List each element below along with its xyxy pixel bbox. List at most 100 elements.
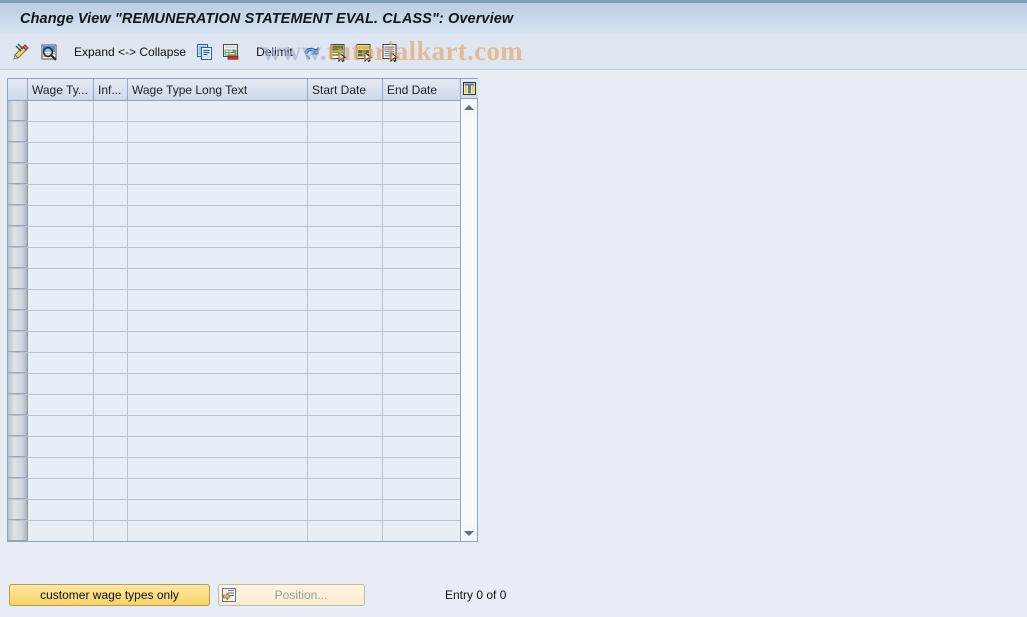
table-row[interactable] bbox=[8, 248, 477, 269]
table-cell-infotype[interactable] bbox=[94, 521, 128, 541]
table-cell-wage_type[interactable] bbox=[28, 458, 94, 478]
table-cell-end_date[interactable] bbox=[383, 416, 458, 436]
table-cell-end_date[interactable] bbox=[383, 332, 458, 352]
table-cell-wage_type[interactable] bbox=[28, 185, 94, 205]
table-cell-infotype[interactable] bbox=[94, 458, 128, 478]
table-row[interactable] bbox=[8, 101, 477, 122]
details-magnifier-icon[interactable] bbox=[38, 41, 60, 63]
table-cell-end_date[interactable] bbox=[383, 395, 458, 415]
table-row[interactable] bbox=[8, 374, 477, 395]
table-cell-start_date[interactable] bbox=[308, 269, 383, 289]
scroll-down-icon[interactable] bbox=[461, 525, 477, 541]
table-cell-wage_type[interactable] bbox=[28, 311, 94, 331]
column-header-long-text[interactable]: Wage Type Long Text bbox=[128, 79, 308, 100]
table-cell-start_date[interactable] bbox=[308, 479, 383, 499]
table-row[interactable] bbox=[8, 458, 477, 479]
table-cell-wage_type[interactable] bbox=[28, 143, 94, 163]
table-cell-wage_type[interactable] bbox=[28, 500, 94, 520]
table-row[interactable] bbox=[8, 500, 477, 521]
table-cell-start_date[interactable] bbox=[308, 521, 383, 541]
table-row[interactable] bbox=[8, 395, 477, 416]
table-cell-long_text[interactable] bbox=[128, 353, 308, 373]
row-select-button[interactable] bbox=[8, 332, 28, 352]
table-cell-wage_type[interactable] bbox=[28, 269, 94, 289]
table-cell-long_text[interactable] bbox=[128, 248, 308, 268]
position-button[interactable]: Position... bbox=[218, 584, 365, 606]
table-row[interactable] bbox=[8, 227, 477, 248]
row-select-button[interactable] bbox=[8, 227, 28, 247]
row-select-button[interactable] bbox=[8, 395, 28, 415]
table-cell-infotype[interactable] bbox=[94, 437, 128, 457]
table-cell-start_date[interactable] bbox=[308, 311, 383, 331]
row-select-button[interactable] bbox=[8, 122, 28, 142]
table-cell-infotype[interactable] bbox=[94, 164, 128, 184]
table-cell-start_date[interactable] bbox=[308, 290, 383, 310]
table-cell-infotype[interactable] bbox=[94, 269, 128, 289]
table-cell-long_text[interactable] bbox=[128, 437, 308, 457]
table-cell-wage_type[interactable] bbox=[28, 248, 94, 268]
table-cell-start_date[interactable] bbox=[308, 500, 383, 520]
table-cell-long_text[interactable] bbox=[128, 206, 308, 226]
table-cell-end_date[interactable] bbox=[383, 122, 458, 142]
table-cell-wage_type[interactable] bbox=[28, 437, 94, 457]
table-cell-long_text[interactable] bbox=[128, 227, 308, 247]
table-cell-wage_type[interactable] bbox=[28, 227, 94, 247]
row-select-button[interactable] bbox=[8, 185, 28, 205]
table-row[interactable] bbox=[8, 122, 477, 143]
table-cell-end_date[interactable] bbox=[383, 164, 458, 184]
expand-collapse-button[interactable]: Expand <-> Collapse bbox=[74, 45, 186, 59]
customer-wage-types-only-button[interactable]: customer wage types only bbox=[9, 584, 210, 606]
table-cell-wage_type[interactable] bbox=[28, 416, 94, 436]
undo-icon[interactable] bbox=[301, 41, 323, 63]
next-entry-icon[interactable] bbox=[353, 41, 375, 63]
table-row[interactable] bbox=[8, 353, 477, 374]
table-cell-start_date[interactable] bbox=[308, 206, 383, 226]
table-cell-end_date[interactable] bbox=[383, 374, 458, 394]
delete-row-icon[interactable] bbox=[220, 41, 242, 63]
row-select-button[interactable] bbox=[8, 290, 28, 310]
table-cell-end_date[interactable] bbox=[383, 437, 458, 457]
table-row[interactable] bbox=[8, 437, 477, 458]
column-header-end-date[interactable]: End Date bbox=[383, 79, 458, 100]
row-select-button[interactable] bbox=[8, 416, 28, 436]
previous-entry-icon[interactable] bbox=[327, 41, 349, 63]
table-cell-infotype[interactable] bbox=[94, 143, 128, 163]
table-cell-long_text[interactable] bbox=[128, 143, 308, 163]
table-cell-long_text[interactable] bbox=[128, 164, 308, 184]
table-cell-infotype[interactable] bbox=[94, 479, 128, 499]
column-header-start-date[interactable]: Start Date bbox=[308, 79, 383, 100]
table-cell-infotype[interactable] bbox=[94, 227, 128, 247]
display-change-icon[interactable] bbox=[12, 41, 34, 63]
scroll-up-icon[interactable] bbox=[461, 99, 477, 115]
table-row[interactable] bbox=[8, 206, 477, 227]
table-row[interactable] bbox=[8, 479, 477, 500]
select-all-entries-icon[interactable] bbox=[379, 41, 401, 63]
table-cell-long_text[interactable] bbox=[128, 458, 308, 478]
table-cell-end_date[interactable] bbox=[383, 290, 458, 310]
table-cell-start_date[interactable] bbox=[308, 395, 383, 415]
table-cell-long_text[interactable] bbox=[128, 269, 308, 289]
table-cell-long_text[interactable] bbox=[128, 521, 308, 541]
table-cell-long_text[interactable] bbox=[128, 122, 308, 142]
row-select-button[interactable] bbox=[8, 521, 28, 541]
table-cell-end_date[interactable] bbox=[383, 143, 458, 163]
table-cell-wage_type[interactable] bbox=[28, 206, 94, 226]
table-cell-start_date[interactable] bbox=[308, 458, 383, 478]
table-cell-end_date[interactable] bbox=[383, 521, 458, 541]
table-cell-wage_type[interactable] bbox=[28, 521, 94, 541]
table-cell-wage_type[interactable] bbox=[28, 479, 94, 499]
table-cell-long_text[interactable] bbox=[128, 374, 308, 394]
table-cell-end_date[interactable] bbox=[383, 269, 458, 289]
table-cell-end_date[interactable] bbox=[383, 458, 458, 478]
table-cell-infotype[interactable] bbox=[94, 206, 128, 226]
row-select-button[interactable] bbox=[8, 101, 28, 121]
table-cell-long_text[interactable] bbox=[128, 101, 308, 121]
row-select-button[interactable] bbox=[8, 269, 28, 289]
row-select-button[interactable] bbox=[8, 437, 28, 457]
column-header-infotype[interactable]: Inf... bbox=[94, 79, 128, 100]
table-cell-wage_type[interactable] bbox=[28, 353, 94, 373]
table-cell-wage_type[interactable] bbox=[28, 290, 94, 310]
table-row[interactable] bbox=[8, 290, 477, 311]
table-cell-start_date[interactable] bbox=[308, 332, 383, 352]
table-cell-end_date[interactable] bbox=[383, 185, 458, 205]
